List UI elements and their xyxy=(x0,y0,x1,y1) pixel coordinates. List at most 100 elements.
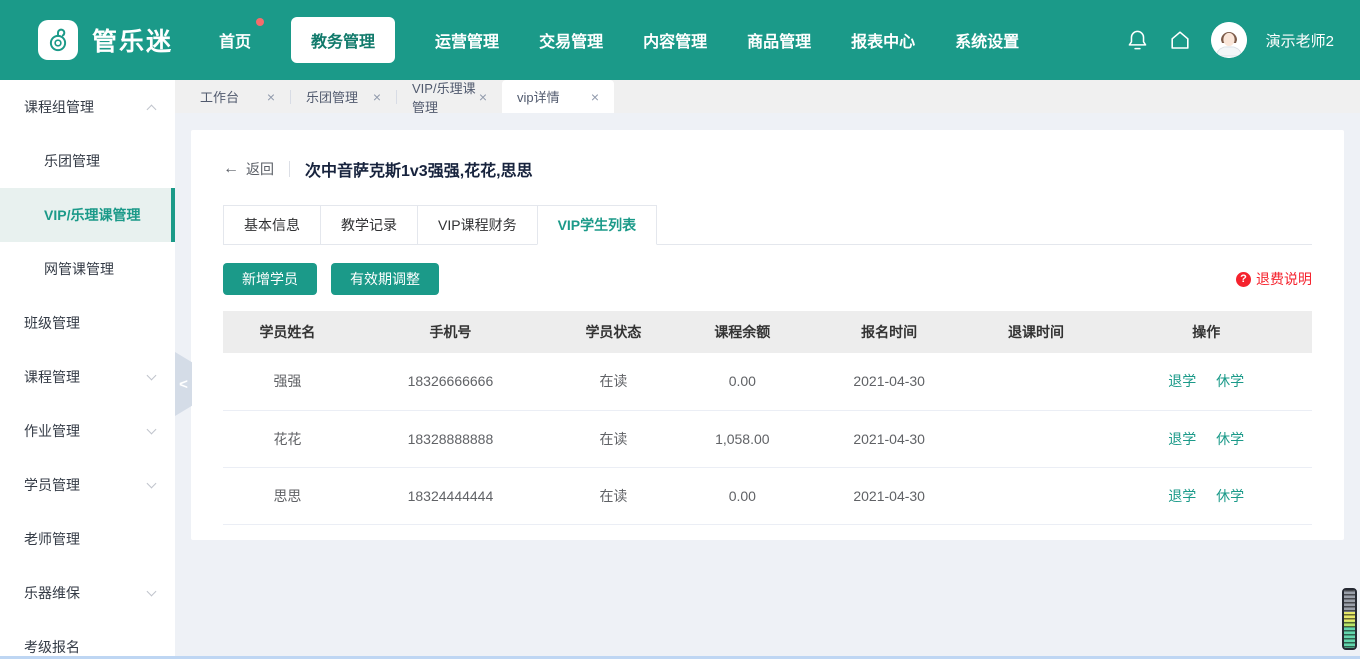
tab-teaching-records[interactable]: 教学记录 xyxy=(320,205,418,245)
header-actions: 操作 xyxy=(1100,311,1312,353)
cell-balance: 1,058.00 xyxy=(678,410,807,467)
avatar[interactable] xyxy=(1211,22,1247,58)
sidebar-item-label: 老师管理 xyxy=(24,529,155,549)
sidebar-item-online-course-mgmt[interactable]: 网管课管理 xyxy=(0,242,175,296)
nav-item-content[interactable]: 内容管理 xyxy=(643,18,707,62)
sidebar-item-class-mgmt[interactable]: 班级管理 xyxy=(0,296,175,350)
user-name[interactable]: 演示老师2 xyxy=(1266,30,1334,51)
nav-item-label: 交易管理 xyxy=(539,34,603,51)
workspace-tab-dashboard[interactable]: 工作台 × xyxy=(185,80,290,113)
sidebar-item-orchestra-mgmt[interactable]: 乐团管理 xyxy=(0,134,175,188)
sidebar: 课程组管理 乐团管理 VIP/乐理课管理 网管课管理 班级管理 课程管理 作业管… xyxy=(0,80,175,659)
close-icon[interactable]: × xyxy=(267,90,275,104)
main-nav: 首页 教务管理 运营管理 交易管理 内容管理 商品管理 报表中心 系统设置 xyxy=(219,17,1019,63)
suspend-school-link[interactable]: 休学 xyxy=(1216,373,1244,389)
tab-vip-course-finance[interactable]: VIP课程财务 xyxy=(417,205,538,245)
close-icon[interactable]: × xyxy=(479,90,487,104)
cell-student-name: 思思 xyxy=(223,467,352,524)
sidebar-item-course-mgmt[interactable]: 课程管理 xyxy=(0,350,175,404)
suspend-school-link[interactable]: 休学 xyxy=(1216,431,1244,447)
refund-note-label: 退费说明 xyxy=(1256,269,1312,289)
cell-quit-date xyxy=(972,467,1101,524)
brand[interactable]: 管乐迷 xyxy=(38,20,173,60)
sidebar-item-label: 作业管理 xyxy=(24,421,148,441)
sidebar-item-label: 乐器维保 xyxy=(24,583,148,603)
header-status: 学员状态 xyxy=(549,311,678,353)
nav-item-reports[interactable]: 报表中心 xyxy=(851,18,915,62)
nav-item-label: 内容管理 xyxy=(643,34,707,51)
quit-school-link[interactable]: 退学 xyxy=(1168,373,1196,389)
cell-student-name: 花花 xyxy=(223,410,352,467)
home-icon[interactable] xyxy=(1168,28,1192,52)
nav-item-label: 首页 xyxy=(219,34,251,51)
page-title: 次中音萨克斯1v3强强,花花,思思 xyxy=(305,157,533,181)
workspace-tab-label: 乐团管理 xyxy=(306,87,358,106)
sidebar-item-teacher-mgmt[interactable]: 老师管理 xyxy=(0,512,175,566)
sidebar-item-course-groups[interactable]: 课程组管理 xyxy=(0,80,175,134)
students-table: 学员姓名 手机号 学员状态 课程余额 报名时间 退课时间 操作 强强 18326 xyxy=(223,311,1312,525)
refund-note-link[interactable]: ? 退费说明 xyxy=(1236,269,1312,289)
cell-phone: 18324444444 xyxy=(352,467,549,524)
chevron-up-icon xyxy=(147,104,157,114)
workspace-tab-vip-detail[interactable]: vip详情 × xyxy=(502,80,614,113)
validity-adjust-button[interactable]: 有效期调整 xyxy=(331,263,439,295)
nav-item-settings[interactable]: 系统设置 xyxy=(955,18,1019,62)
recording-indicator-stripes xyxy=(1344,590,1355,648)
suspend-school-link[interactable]: 休学 xyxy=(1216,488,1244,504)
back-arrow-icon: ← xyxy=(223,160,239,178)
sidebar-item-exam-registration[interactable]: 考级报名 xyxy=(0,620,175,659)
collapse-sidebar-icon[interactable]: < xyxy=(175,352,192,416)
cell-actions: 退学 休学 xyxy=(1100,467,1312,524)
nav-item-home[interactable]: 首页 xyxy=(219,18,251,62)
nav-item-transactions[interactable]: 交易管理 xyxy=(539,18,603,62)
quit-school-link[interactable]: 退学 xyxy=(1168,488,1196,504)
table-header-row: 学员姓名 手机号 学员状态 课程余额 报名时间 退课时间 操作 xyxy=(223,311,1312,353)
cell-enroll-date: 2021-04-30 xyxy=(807,467,972,524)
cell-actions: 退学 休学 xyxy=(1100,410,1312,467)
cell-quit-date xyxy=(972,410,1101,467)
tab-basic-info[interactable]: 基本信息 xyxy=(223,205,321,245)
sidebar-item-student-mgmt[interactable]: 学员管理 xyxy=(0,458,175,512)
quit-school-link[interactable]: 退学 xyxy=(1168,431,1196,447)
table-row: 花花 18328888888 在读 1,058.00 2021-04-30 退学… xyxy=(223,410,1312,467)
close-icon[interactable]: × xyxy=(373,90,381,104)
main-area: 工作台 × 乐团管理 × VIP/乐理课管理 × vip详情 × xyxy=(175,80,1360,659)
chevron-down-icon xyxy=(147,478,157,488)
nav-item-products[interactable]: 商品管理 xyxy=(747,18,811,62)
nav-item-label: 运营管理 xyxy=(435,34,499,51)
cell-enroll-date: 2021-04-30 xyxy=(807,410,972,467)
table-row: 强强 18326666666 在读 0.00 2021-04-30 退学 休学 xyxy=(223,353,1312,410)
actions-row: 新增学员 有效期调整 ? 退费说明 xyxy=(223,263,1312,295)
cell-phone: 18328888888 xyxy=(352,410,549,467)
nav-item-academic[interactable]: 教务管理 xyxy=(291,17,395,63)
workspace-tabstrip: 工作台 × 乐团管理 × VIP/乐理课管理 × vip详情 × xyxy=(175,80,1360,113)
cell-phone: 18326666666 xyxy=(352,353,549,410)
workspace-tab-vip-theory[interactable]: VIP/乐理课管理 × xyxy=(397,80,502,113)
cell-student-name: 强强 xyxy=(223,353,352,410)
back-button[interactable]: ← 返回 xyxy=(223,159,274,179)
workspace-tab-label: VIP/乐理课管理 xyxy=(412,78,479,116)
back-label: 返回 xyxy=(246,159,274,179)
workspace-tab-orchestra[interactable]: 乐团管理 × xyxy=(291,80,396,113)
question-circle-icon: ? xyxy=(1236,272,1251,287)
sidebar-item-instrument-maintenance[interactable]: 乐器维保 xyxy=(0,566,175,620)
logo-instrument-icon xyxy=(38,20,78,60)
header-student-name: 学员姓名 xyxy=(223,311,352,353)
add-student-button[interactable]: 新增学员 xyxy=(223,263,317,295)
recording-indicator-widget xyxy=(1342,588,1357,650)
top-navbar: 管乐迷 首页 教务管理 运营管理 交易管理 内容管理 商品管理 报表中心 系统设… xyxy=(0,0,1360,80)
tab-vip-student-list[interactable]: VIP学生列表 xyxy=(537,205,658,245)
chevron-down-icon xyxy=(147,586,157,596)
bell-icon[interactable] xyxy=(1126,28,1149,53)
header-phone: 手机号 xyxy=(352,311,549,353)
cell-status: 在读 xyxy=(549,410,678,467)
header-balance: 课程余额 xyxy=(678,311,807,353)
navbar-right: 演示老师2 xyxy=(1126,22,1334,58)
sidebar-item-label: 乐团管理 xyxy=(44,151,155,171)
nav-item-label: 报表中心 xyxy=(851,34,915,51)
nav-item-operations[interactable]: 运营管理 xyxy=(435,18,499,62)
sidebar-item-homework-mgmt[interactable]: 作业管理 xyxy=(0,404,175,458)
sidebar-item-vip-theory-mgmt[interactable]: VIP/乐理课管理 xyxy=(0,188,175,242)
close-icon[interactable]: × xyxy=(591,90,599,104)
content-area: ← 返回 次中音萨克斯1v3强强,花花,思思 基本信息 教学记录 VIP课程财务… xyxy=(175,113,1360,659)
